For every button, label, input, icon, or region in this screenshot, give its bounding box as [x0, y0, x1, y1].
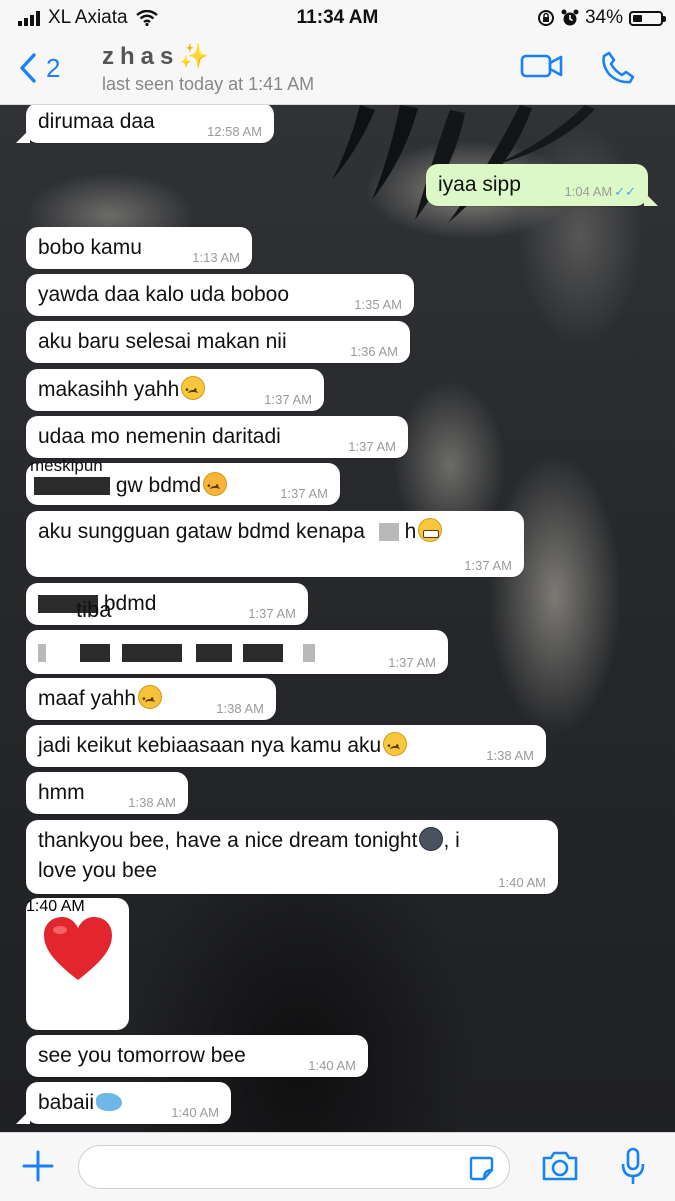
woozy-face-emoji	[203, 472, 228, 502]
message-bubble-incoming[interactable]: jadi keikut kebiaasaan nya kamu aku 1:38…	[26, 725, 546, 767]
sad-face-emoji	[181, 376, 206, 406]
message-time: 1:40 AM	[171, 1105, 219, 1120]
whale-emoji	[96, 1093, 123, 1111]
message-time: 12:58 AM	[207, 124, 262, 139]
message-bubble-incoming[interactable]: udaa mo nemenin daritadi 1:37 AM	[26, 416, 408, 458]
message-time: 1:37 AM	[464, 558, 512, 573]
message-bubble-incoming[interactable]: meskipun gw bdmd 1:37 AM	[26, 457, 340, 505]
message-bubble-incoming[interactable]: thankyou bee, have a nice dream tonight,…	[26, 820, 558, 894]
message-bubble-incoming[interactable]: aku baru selesai makan nii 1:36 AM	[26, 321, 410, 363]
camera-icon[interactable]	[540, 1149, 580, 1183]
message-bubble-incoming[interactable]: 1:37 AM	[26, 630, 448, 674]
sad-face-emoji	[383, 732, 408, 762]
status-bar: XL Axiata 11:34 AM 34%	[0, 0, 675, 34]
message-input[interactable]	[78, 1145, 510, 1189]
battery-level-fill	[633, 14, 642, 22]
message-time: 1:37 AM	[248, 606, 296, 621]
message-bubble-incoming[interactable]: makasihh yahh 1:37 AM	[26, 369, 324, 411]
redacted-text	[195, 644, 232, 662]
message-text	[26, 630, 448, 676]
grimacing-face-emoji	[418, 518, 443, 542]
redacted-text	[34, 477, 110, 495]
chat-background[interactable]: dirumaa daa 12:58 AM iyaa sipp 1:04 AM ✓✓…	[0, 105, 675, 1132]
alarm-icon	[561, 9, 579, 26]
message-text: jadi keikut kebiaasaan nya kamu aku	[26, 725, 546, 767]
message-bubble-outgoing[interactable]: iyaa sipp 1:04 AM ✓✓	[426, 164, 658, 206]
message-time: 1:38 AM	[486, 748, 534, 763]
read-receipt-icon: ✓✓	[614, 184, 636, 199]
contact-name-text: zhas	[102, 43, 180, 70]
sticker-icon[interactable]	[467, 1154, 495, 1182]
battery-percent: 34%	[584, 7, 623, 28]
message-time: 1:40 AM	[498, 875, 546, 890]
message-time: 1:38 AM	[128, 795, 176, 810]
redacted-text	[121, 644, 182, 662]
chat-header: 2 zhas✨ last seen today at 1:41 AM	[0, 34, 675, 105]
pensive-face-emoji	[138, 685, 163, 715]
message-time: 1:04 AM ✓✓	[564, 184, 637, 199]
back-button[interactable]: 2	[18, 52, 60, 84]
message-time: 1:35 AM	[354, 297, 402, 312]
message-bubble-incoming[interactable]: babaii 1:40 AM	[16, 1082, 231, 1124]
message-time: 1:37 AM	[348, 439, 396, 454]
message-text-line2: love you bee	[38, 859, 158, 882]
message-time: 1:38 AM	[216, 701, 264, 716]
message-time: 1:36 AM	[350, 344, 398, 359]
new-moon-face-emoji	[419, 827, 444, 851]
unread-count: 2	[46, 52, 61, 83]
redacted-text	[79, 644, 110, 662]
microphone-icon[interactable]	[620, 1147, 646, 1187]
message-bubble-incoming[interactable]: bobo kamu 1:13 AM	[26, 227, 252, 269]
redacted-text	[378, 523, 399, 541]
handwritten-overlay-text: meskipun	[30, 456, 103, 475]
redacted-text	[38, 644, 46, 662]
message-bubble-incoming[interactable]: yawda daa kalo uda boboo 1:35 AM	[26, 274, 414, 316]
message-time: 1:37 AM	[280, 486, 328, 501]
red-heart-emoji	[44, 917, 112, 980]
contact-name[interactable]: zhas✨	[102, 42, 209, 71]
message-bubble-incoming[interactable]: maaf yahh 1:38 AM	[26, 678, 276, 720]
message-bubble-incoming[interactable]: bdmd tiba" 1:37 AM	[26, 583, 308, 625]
redacted-text	[243, 644, 284, 662]
message-bubble-incoming[interactable]: hmm 1:38 AM	[26, 772, 188, 814]
message-time: 1:40 AM	[26, 898, 85, 915]
message-time: 1:37 AM	[264, 392, 312, 407]
handwritten-overlay-text: tiba"	[76, 597, 120, 622]
plus-icon[interactable]	[20, 1148, 56, 1184]
message-time: 1:13 AM	[192, 250, 240, 265]
last-seen-status: last seen today at 1:41 AM	[102, 74, 315, 94]
back-chevron-icon	[20, 53, 36, 83]
message-text: aku sungguan gataw bdmd kenapa h	[26, 511, 524, 553]
battery-icon	[629, 10, 666, 26]
redacted-text	[303, 644, 316, 662]
sparkles-emoji: ✨	[179, 43, 210, 70]
message-bubble-incoming[interactable]: dirumaa daa 12:58 AM	[16, 105, 274, 143]
message-bubble-incoming[interactable]: see you tomorrow bee 1:40 AM	[26, 1035, 368, 1077]
message-time: 1:37 AM	[388, 655, 436, 670]
message-text: thankyou bee, have a nice dream tonight,…	[38, 827, 460, 852]
orientation-lock-icon	[537, 10, 554, 26]
video-call-icon[interactable]	[520, 50, 564, 82]
message-bubble-incoming[interactable]: 1:40 AM	[26, 898, 129, 1030]
message-bubble-incoming[interactable]: aku sungguan gataw bdmd kenapa h 1:37 AM	[26, 511, 524, 577]
message-composer	[0, 1132, 675, 1201]
message-time: 1:40 AM	[308, 1058, 356, 1073]
phone-call-icon[interactable]	[600, 50, 636, 86]
